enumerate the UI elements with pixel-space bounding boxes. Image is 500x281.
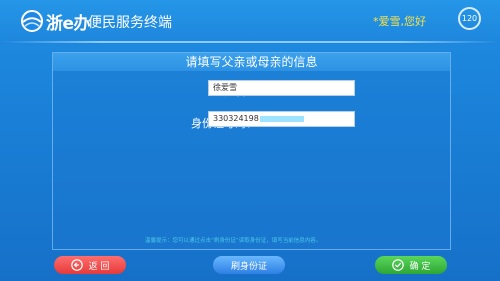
- hint-text: 温馨提示：您可以通过点击“刷身份证”读取身份证，填写当前信息内容。: [145, 238, 322, 244]
- swipe-id-card-button[interactable]: 刷身份证: [213, 256, 285, 274]
- back-button[interactable]: 返 回: [54, 256, 126, 274]
- back-button-label: 返 回: [88, 261, 110, 272]
- name-field[interactable]: 徐爱雪: [208, 80, 355, 96]
- back-arrow-icon: [70, 259, 83, 271]
- checkmark-icon: [391, 259, 404, 271]
- app-subtitle: 便民服务终端: [88, 15, 172, 31]
- header-divider: [0, 41, 500, 43]
- countdown-timer: 120: [458, 7, 481, 30]
- form-panel: 请填写父亲或母亲的信息 姓名： 徐爱雪 身份证号码： 330324198: [52, 52, 451, 250]
- id-number-field[interactable]: 330324198: [208, 111, 355, 127]
- confirm-button[interactable]: 确 定: [375, 256, 447, 274]
- name-value: 徐爱雪: [213, 83, 237, 92]
- id-number-value: 330324198: [213, 114, 259, 123]
- globe-logo-icon: [21, 10, 43, 32]
- confirm-button-label: 确 定: [409, 261, 431, 272]
- header-bar: 浙e办 便民服务终端 *爱雪,您好 120: [0, 0, 500, 44]
- user-greeting: *爱雪,您好: [373, 15, 426, 28]
- redacted-id-digits: [259, 115, 304, 122]
- form-title: 请填写父亲或母亲的信息: [53, 53, 450, 71]
- swipe-id-card-label: 刷身份证: [230, 261, 267, 272]
- brand-name: 浙e办: [46, 14, 91, 34]
